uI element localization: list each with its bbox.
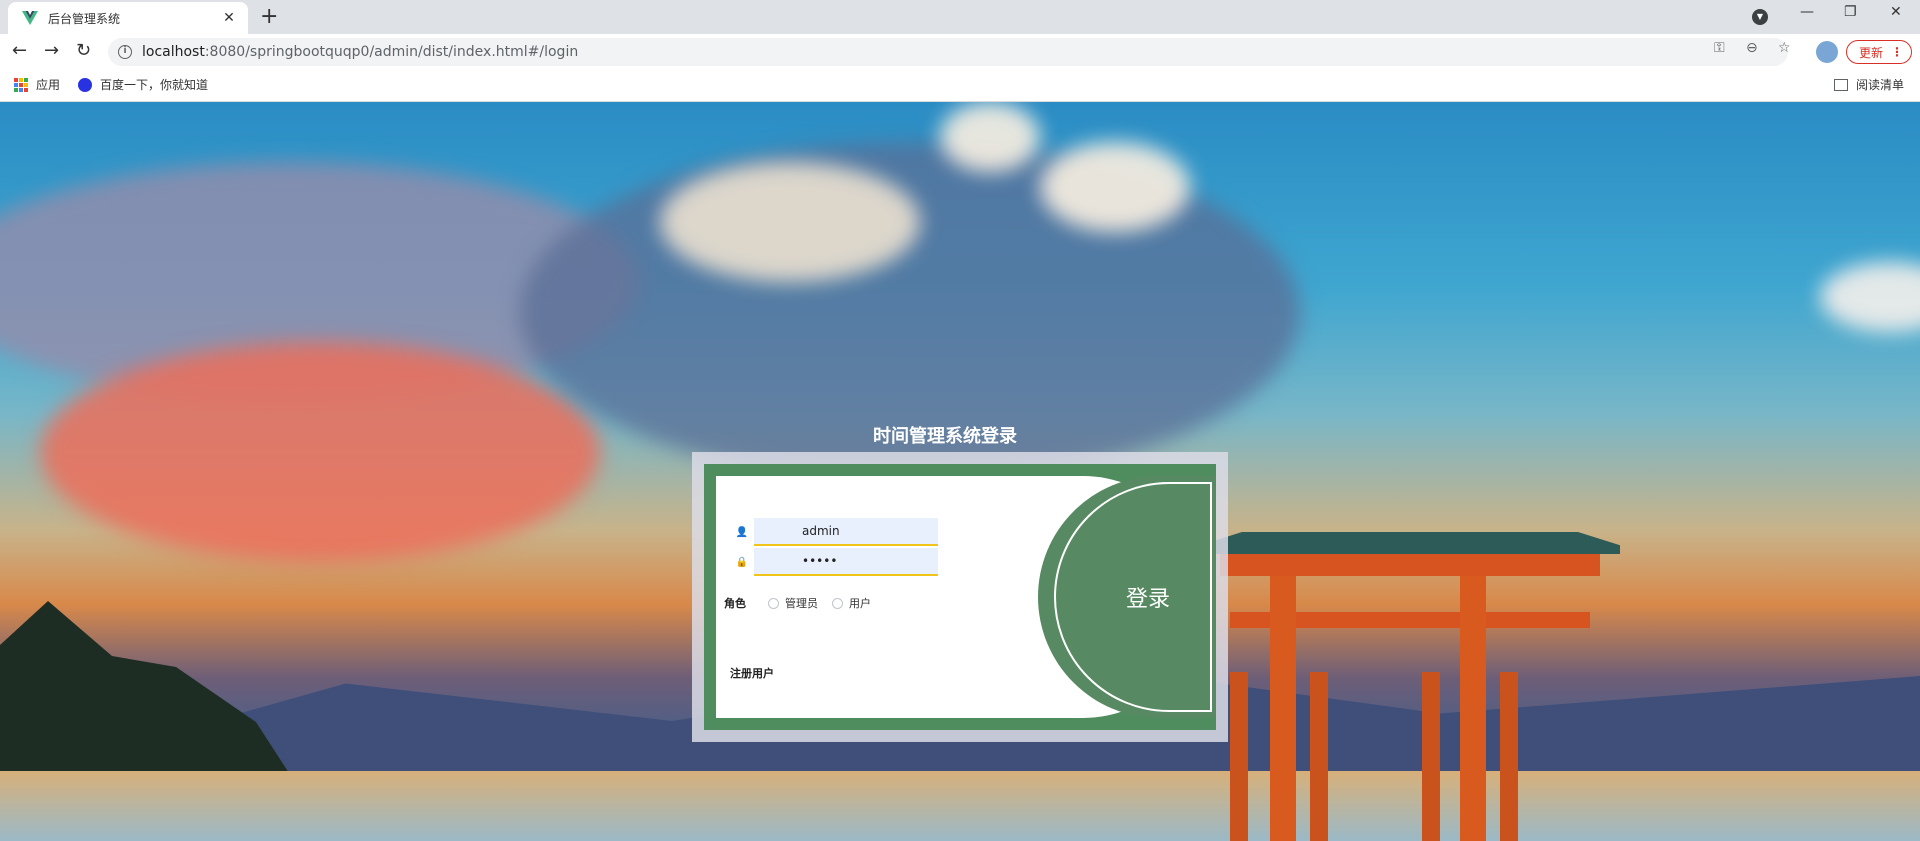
torii-beam <box>1220 554 1600 576</box>
torii-leg <box>1310 672 1328 841</box>
back-icon[interactable]: ← <box>12 40 27 62</box>
login-button-label: 登录 <box>1125 587 1170 612</box>
reading-list[interactable]: 阅读清单 <box>1834 76 1904 93</box>
torii-roof <box>1200 532 1620 554</box>
url-path: :8080/springbootquqp0/admin/dist/index.h… <box>204 44 579 60</box>
bookmark-baidu[interactable]: 百度一下，你就知道 <box>78 76 208 93</box>
site-info-icon[interactable]: i <box>118 45 132 59</box>
close-tab-icon[interactable]: ✕ <box>220 10 238 26</box>
browser-toolbar: ← → ↻ i localhost:8080/springbootquqp0/a… <box>0 34 1920 68</box>
more-menu-icon: ⋮ <box>1891 45 1903 59</box>
address-bar[interactable]: i localhost:8080/springbootquqp0/admin/d… <box>108 38 1788 66</box>
background-cloud <box>1040 142 1190 232</box>
key-icon[interactable]: ⚿ <box>1714 40 1725 56</box>
baidu-icon <box>78 77 92 92</box>
username-input[interactable] <box>754 518 938 546</box>
reading-list-label: 阅读清单 <box>1856 78 1905 92</box>
profile-avatar[interactable] <box>1816 41 1838 63</box>
new-tab-icon[interactable]: + <box>260 6 278 28</box>
reading-list-icon <box>1834 78 1848 91</box>
reload-icon[interactable]: ↻ <box>76 40 91 62</box>
tab-search-icon[interactable]: ▼ <box>1752 9 1768 25</box>
star-icon[interactable]: ☆ <box>1778 40 1791 56</box>
vue-logo-icon <box>22 11 38 25</box>
password-input[interactable] <box>754 548 938 576</box>
background-cloud <box>660 162 920 282</box>
role-label: 角色 <box>724 597 746 610</box>
bookmark-apps[interactable]: 应用 <box>14 76 60 93</box>
browser-tab[interactable]: 后台管理系统 ✕ <box>8 2 248 34</box>
background-cloud <box>40 342 600 562</box>
username-row: 👤 <box>730 518 938 546</box>
update-button[interactable]: 更新 ⋮ <box>1846 40 1912 64</box>
login-card-border: 👤 🔒 角色 管理员 用户 注册用户 登录 <box>704 464 1216 730</box>
torii-pillar <box>1460 576 1486 841</box>
update-label: 更新 <box>1859 45 1884 60</box>
apps-icon <box>14 77 28 92</box>
register-link[interactable]: 注册用户 <box>730 665 774 681</box>
background-cloud <box>940 102 1040 172</box>
login-title: 时间管理系统登录 <box>873 426 1017 447</box>
zoom-icon[interactable]: ⊖ <box>1746 40 1758 56</box>
torii-pillar <box>1270 576 1296 841</box>
login-page: 时间管理系统登录 👤 🔒 角色 管理员 用户 <box>0 102 1920 841</box>
password-row: 🔒 <box>730 548 938 576</box>
role-option-admin[interactable]: 管理员 <box>785 595 818 611</box>
lock-icon: 🔒 <box>735 556 749 568</box>
tab-title: 后台管理系统 <box>48 11 121 26</box>
torii-leg <box>1230 672 1248 841</box>
torii-leg <box>1500 672 1518 841</box>
forward-icon[interactable]: → <box>44 40 59 62</box>
close-window-icon[interactable]: ✕ <box>1890 4 1902 20</box>
url-text: localhost:8080/springbootquqp0/admin/dis… <box>142 44 578 60</box>
background-cloud <box>1820 262 1920 332</box>
bookmark-apps-label: 应用 <box>36 78 61 92</box>
role-option-user[interactable]: 用户 <box>849 595 871 611</box>
login-card: 👤 🔒 角色 管理员 用户 注册用户 登录 <box>692 452 1228 742</box>
torii-gate <box>1200 532 1620 841</box>
user-icon: 👤 <box>735 526 749 538</box>
restore-icon[interactable]: ❐ <box>1844 4 1857 20</box>
login-form: 👤 🔒 角色 管理员 用户 注册用户 登录 <box>716 476 1216 718</box>
bookmarks-bar: 应用 百度一下，你就知道 阅读清单 <box>0 68 1920 102</box>
browser-tab-bar: 后台管理系统 ✕ + ▼ — ❐ ✕ <box>0 0 1920 34</box>
role-radio-user[interactable] <box>832 597 843 609</box>
role-row: 角色 管理员 用户 <box>724 595 885 611</box>
background-water <box>0 771 1920 841</box>
minimize-icon[interactable]: — <box>1800 4 1814 20</box>
torii-leg <box>1422 672 1440 841</box>
role-radio-admin[interactable] <box>768 597 779 609</box>
bookmark-baidu-label: 百度一下，你就知道 <box>100 78 209 92</box>
url-host: localhost <box>142 44 205 60</box>
